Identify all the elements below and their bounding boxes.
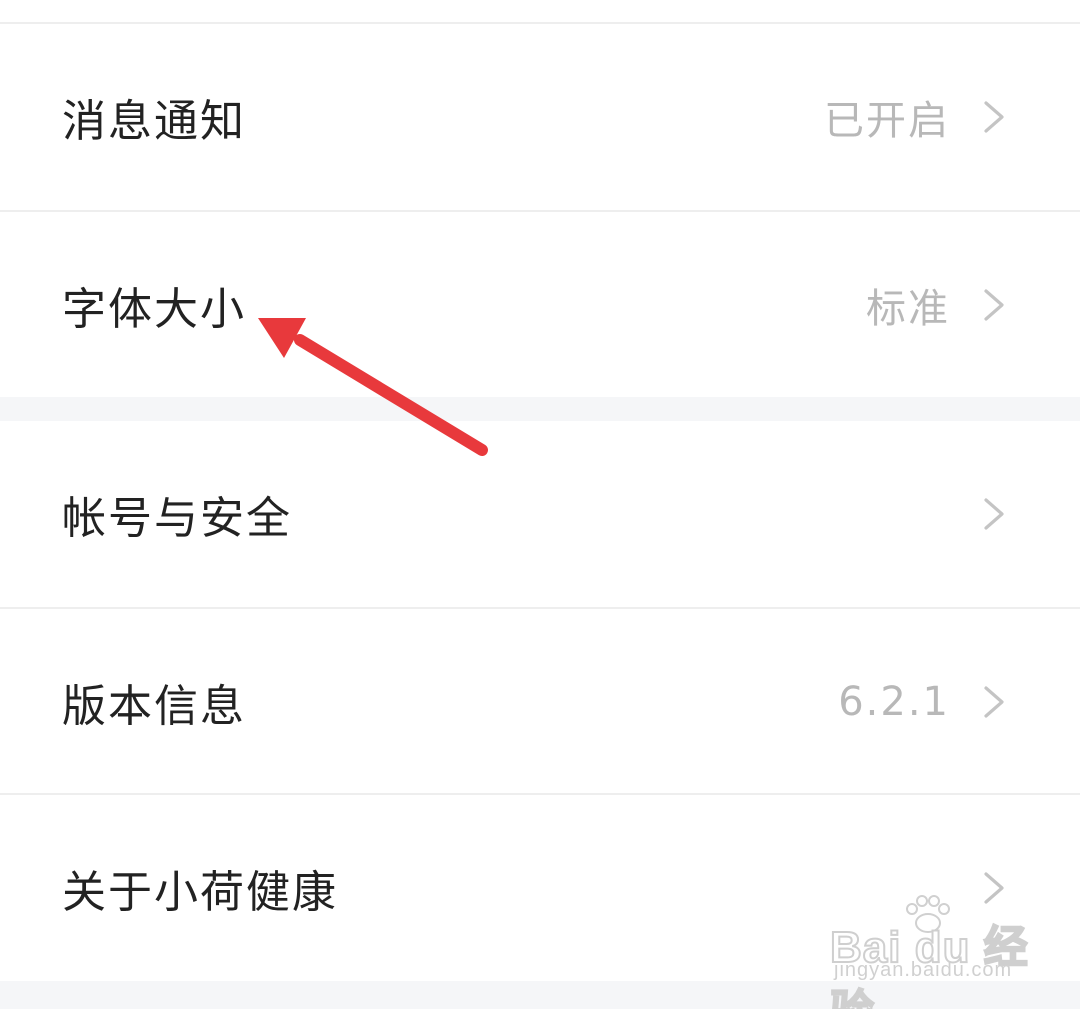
- row-label: 关于小荷健康: [62, 867, 338, 918]
- row-label: 帐号与安全: [62, 493, 292, 544]
- settings-row-version-info[interactable]: 版本信息 6.2.1: [0, 609, 1080, 795]
- row-value: 6.2.1: [838, 679, 950, 725]
- settings-screen: 消息通知 已开启 字体大小 标准 帐号与安全 版本信息 6.2.1 关于小荷健康…: [0, 0, 1080, 1009]
- row-label: 版本信息: [62, 681, 246, 732]
- row-value: 已开启: [824, 98, 950, 144]
- chevron-right-icon: [984, 872, 1004, 904]
- settings-row-notifications[interactable]: 消息通知 已开启: [0, 24, 1080, 210]
- settings-row-font-size[interactable]: 字体大小 标准: [0, 212, 1080, 398]
- row-label: 字体大小: [62, 284, 246, 335]
- settings-group-general: 消息通知 已开启 字体大小 标准: [0, 0, 1080, 397]
- settings-row-about[interactable]: 关于小荷健康: [0, 795, 1080, 981]
- chevron-right-icon: [984, 101, 1004, 133]
- settings-row-account-security[interactable]: 帐号与安全: [0, 421, 1080, 607]
- row-label: 消息通知: [62, 96, 246, 147]
- chevron-right-icon: [984, 686, 1004, 718]
- chevron-right-icon: [984, 289, 1004, 321]
- row-value: 标准: [866, 286, 950, 332]
- chevron-right-icon: [984, 498, 1004, 530]
- settings-group-account: 帐号与安全 版本信息 6.2.1 关于小荷健康: [0, 421, 1080, 981]
